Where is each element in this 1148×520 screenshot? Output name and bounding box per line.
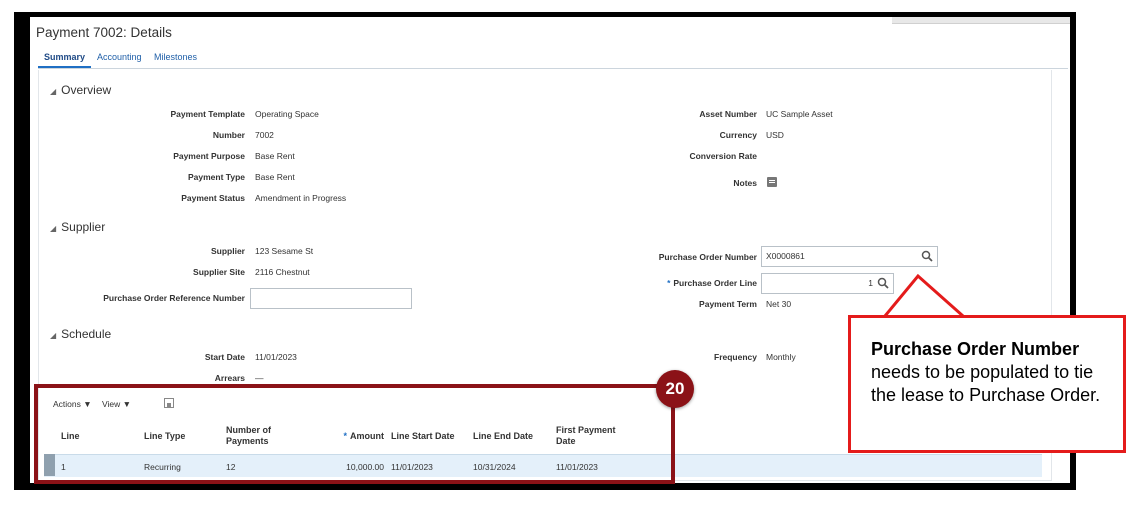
po-reference-number-input[interactable]: [250, 288, 412, 309]
po-number-input[interactable]: X0000861: [761, 246, 938, 267]
tab-summary[interactable]: Summary: [44, 52, 85, 62]
currency-label: Currency: [719, 130, 757, 140]
asset-number-value: UC Sample Asset: [766, 109, 833, 119]
payment-template-value: Operating Space: [255, 109, 319, 119]
tab-accounting[interactable]: Accounting: [97, 52, 142, 62]
search-icon[interactable]: [921, 250, 933, 262]
section-title: Schedule: [61, 327, 112, 341]
step-highlight-box: [34, 384, 675, 484]
payment-status-value: Amendment in Progress: [255, 193, 347, 203]
payment-purpose-label: Payment Purpose: [173, 151, 245, 161]
po-number-label: Purchase Order Number: [658, 252, 757, 262]
top-bar-edge: [892, 17, 1070, 24]
payment-purpose-value: Base Rent: [255, 151, 295, 161]
search-icon[interactable]: [877, 277, 889, 289]
po-reference-number-label: Purchase Order Reference Number: [103, 293, 245, 303]
section-overview-header[interactable]: ◢ Overview: [50, 83, 111, 97]
section-title: Overview: [61, 83, 112, 97]
supplier-label: Supplier: [210, 246, 245, 256]
po-line-input[interactable]: 1: [761, 273, 894, 294]
section-supplier-header[interactable]: ◢ Supplier: [50, 220, 105, 234]
supplier-site-value: 2116 Chestnut: [255, 267, 310, 277]
asset-number-label: Asset Number: [699, 109, 757, 119]
payment-type-value: Base Rent: [255, 172, 295, 182]
page-title: Payment 7002: Details: [36, 25, 172, 40]
po-line-label: * Purchase Order Line: [537, 278, 757, 288]
callout-text: Purchase Order Number needs to be popula…: [871, 338, 1121, 407]
notes-label: Notes: [733, 178, 757, 188]
po-line-label-text: Purchase Order Line: [673, 278, 757, 288]
arrears-value: —: [255, 373, 264, 383]
po-number-value: X0000861: [766, 251, 805, 261]
start-date-value: 11/01/2023: [255, 352, 297, 362]
collapse-triangle-icon: ◢: [50, 331, 57, 340]
tab-milestones[interactable]: Milestones: [154, 52, 197, 62]
required-asterisk: *: [667, 278, 671, 288]
frequency-value: Monthly: [766, 352, 796, 362]
section-schedule-header[interactable]: ◢ Schedule: [50, 327, 111, 341]
frequency-label: Frequency: [714, 352, 757, 362]
callout-bold-text: Purchase Order Number: [871, 339, 1080, 359]
collapse-triangle-icon: ◢: [50, 87, 57, 96]
start-date-label: Start Date: [204, 352, 245, 362]
payment-template-label: Payment Template: [170, 109, 245, 119]
notes-icon[interactable]: [767, 177, 777, 187]
step-number-badge: 20: [656, 370, 694, 408]
payment-term-label: Payment Term: [699, 299, 757, 309]
conversion-rate-label: Conversion Rate: [689, 151, 757, 161]
payment-term-value: Net 30: [766, 299, 792, 309]
arrears-label: Arrears: [214, 373, 245, 383]
collapse-triangle-icon: ◢: [50, 224, 57, 233]
number-label: Number: [212, 130, 245, 140]
currency-value: USD: [766, 130, 784, 140]
callout-rest-text: needs to be populated to tie the lease t…: [871, 362, 1101, 405]
payment-type-label: Payment Type: [187, 172, 245, 182]
payment-status-label: Payment Status: [181, 193, 245, 203]
supplier-value: 123 Sesame St: [255, 246, 314, 256]
number-value: 7002: [255, 130, 274, 140]
supplier-site-label: Supplier Site: [193, 267, 245, 277]
tabs-divider: [38, 68, 1068, 69]
section-title: Supplier: [61, 220, 106, 234]
po-line-value: 1: [868, 278, 873, 288]
